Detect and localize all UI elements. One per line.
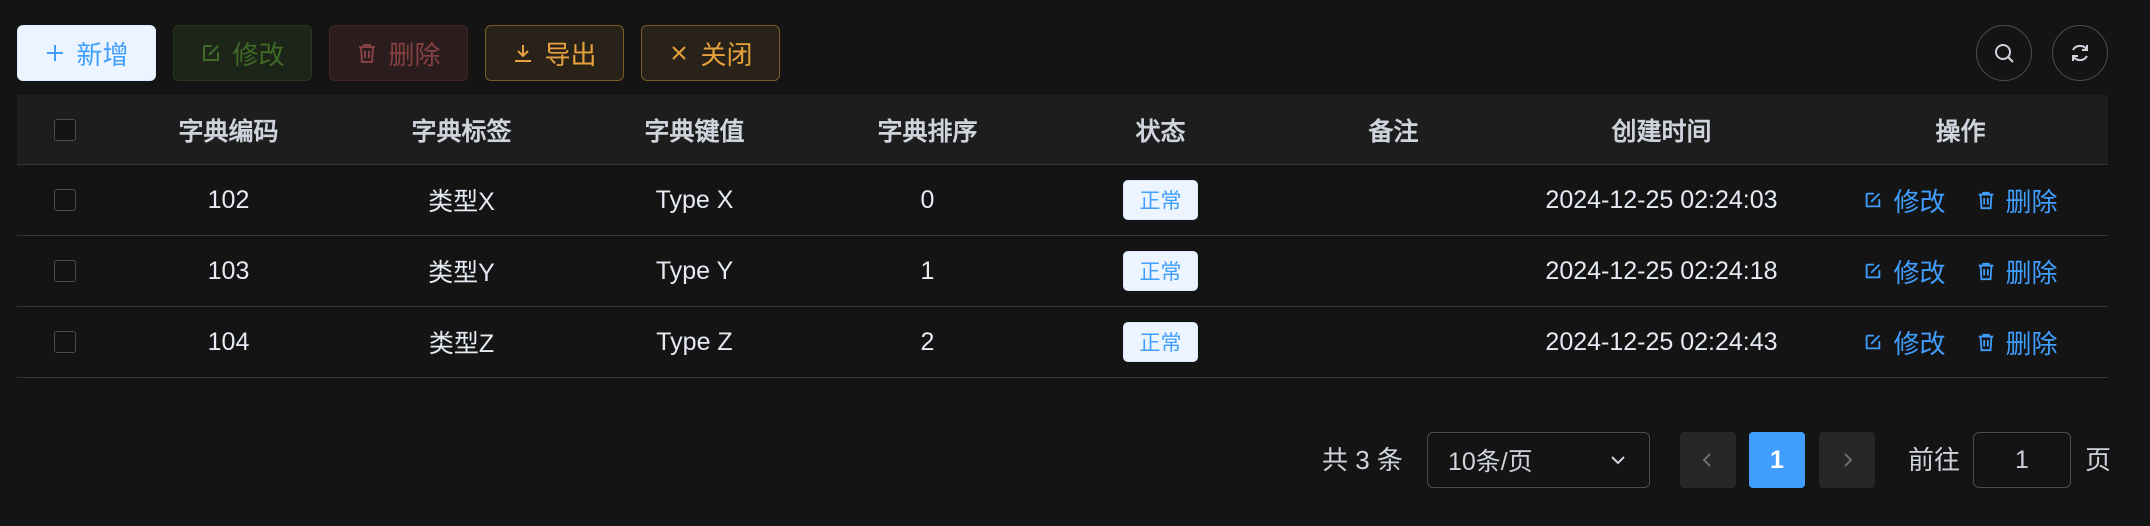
cell-remark — [1277, 165, 1510, 235]
cell-value: Type Z — [656, 327, 733, 356]
cell-created: 2024-12-25 02:24:43 — [1545, 327, 1778, 356]
edit-icon — [1866, 192, 1881, 208]
refresh-icon — [2072, 44, 2088, 62]
chevron-left-icon — [1702, 453, 1711, 467]
close-button[interactable]: 关闭 — [641, 25, 780, 81]
edit-button-label: 修改 — [232, 39, 285, 70]
header-created: 创建时间 — [1611, 117, 1712, 146]
edit-icon — [1866, 334, 1881, 350]
plus-icon — [47, 45, 64, 61]
header-sort: 字典排序 — [877, 117, 978, 146]
cell-created: 2024-12-25 02:24:18 — [1545, 256, 1778, 285]
prev-page-button[interactable] — [1680, 432, 1736, 488]
table-row: 104 类型Z Type Z 2 正常 2024-12-25 02:24:43 … — [17, 307, 2108, 378]
chevron-right-icon — [1844, 453, 1853, 467]
cell-label: 类型Y — [428, 259, 495, 287]
row-delete-link[interactable]: 删除 — [1976, 253, 2058, 290]
download-icon — [515, 45, 532, 62]
row-checkbox[interactable] — [53, 189, 76, 211]
delete-button[interactable]: 删除 — [329, 25, 468, 81]
status-badge: 正常 — [1123, 180, 1198, 220]
table-row: 102 类型X Type X 0 正常 2024-12-25 02:24:03 … — [17, 165, 2108, 236]
row-delete-link[interactable]: 删除 — [1976, 182, 2058, 219]
page-size-value: 10条/页 — [1448, 448, 1533, 476]
close-button-label: 关闭 — [700, 39, 753, 70]
cell-ops: 修改 删除 — [1813, 236, 2108, 306]
row-checkbox-cell — [17, 236, 112, 306]
row-edit-link[interactable]: 修改 — [1863, 182, 1946, 219]
refresh-button[interactable] — [2052, 25, 2108, 81]
cell-status: 正常 — [1044, 165, 1277, 235]
pagination: 共 3 条 10条/页 1 前往 1 页 — [0, 432, 2150, 488]
cell-sort: 1 — [920, 256, 935, 285]
status-badge: 正常 — [1123, 322, 1198, 362]
page-number-button[interactable]: 1 — [1749, 432, 1805, 488]
delete-icon — [1978, 191, 1993, 210]
delete-icon — [359, 44, 376, 63]
close-icon — [672, 46, 687, 60]
cell-code: 103 — [207, 256, 250, 285]
row-edit-link[interactable]: 修改 — [1863, 324, 1946, 361]
cell-sort: 0 — [920, 185, 935, 214]
cell-value: Type X — [655, 185, 734, 214]
cell-created: 2024-12-25 02:24:03 — [1545, 185, 1778, 214]
header-value: 字典键值 — [644, 117, 745, 146]
toolbar: 新增 修改 删除 导出 关闭 — [17, 25, 780, 81]
row-edit-label: 修改 — [1893, 328, 1946, 359]
header-status: 状态 — [1135, 117, 1186, 146]
chevron-down-icon — [1611, 456, 1625, 465]
delete-icon — [1978, 262, 1993, 281]
cell-status: 正常 — [1044, 236, 1277, 306]
status-badge: 正常 — [1123, 251, 1198, 291]
row-delete-label: 删除 — [2005, 186, 2058, 217]
row-delete-link[interactable]: 删除 — [1976, 324, 2058, 361]
next-page-button[interactable] — [1819, 432, 1875, 488]
delete-button-label: 删除 — [388, 39, 441, 70]
export-button[interactable]: 导出 — [485, 25, 624, 81]
cell-code: 102 — [207, 185, 250, 214]
header-checkbox-cell — [17, 95, 112, 164]
header-label: 字典标签 — [411, 117, 512, 146]
row-edit-label: 修改 — [1893, 186, 1946, 217]
select-all-checkbox[interactable] — [53, 118, 76, 141]
search-icon — [1995, 44, 2014, 63]
row-delete-label: 删除 — [2005, 328, 2058, 359]
search-toggle-button[interactable] — [1976, 25, 2032, 81]
cell-status: 正常 — [1044, 307, 1277, 377]
row-checkbox[interactable] — [53, 331, 76, 353]
header-ops: 操作 — [1935, 117, 1986, 146]
row-checkbox-cell — [17, 307, 112, 377]
pagination-total: 共 3 条 — [1322, 445, 1403, 475]
edit-icon — [203, 45, 220, 61]
row-checkbox[interactable] — [53, 260, 76, 282]
export-button-label: 导出 — [544, 39, 597, 70]
page-unit-label: 页 — [2085, 445, 2112, 475]
header-remark: 备注 — [1368, 117, 1419, 146]
cell-ops: 修改 删除 — [1813, 165, 2108, 235]
row-checkbox-cell — [17, 165, 112, 235]
edit-button[interactable]: 修改 — [173, 25, 312, 81]
table-header: 字典编码 字典标签 字典键值 字典排序 状态 备注 创建时间 操作 — [17, 95, 2108, 165]
edit-icon — [1866, 263, 1881, 279]
header-code: 字典编码 — [178, 117, 279, 146]
cell-value: Type Y — [655, 256, 734, 285]
goto-label: 前往 — [1908, 445, 1961, 475]
row-edit-link[interactable]: 修改 — [1863, 253, 1946, 290]
cell-label: 类型Z — [428, 330, 495, 358]
row-edit-label: 修改 — [1893, 257, 1946, 288]
table-row: 103 类型Y Type Y 1 正常 2024-12-25 02:24:18 … — [17, 236, 2108, 307]
delete-icon — [1978, 333, 1993, 352]
cell-remark — [1277, 307, 1510, 377]
goto-page-input[interactable]: 1 — [1973, 432, 2071, 488]
cell-remark — [1277, 236, 1510, 306]
dict-data-table: 字典编码 字典标签 字典键值 字典排序 状态 备注 创建时间 操作 102 类型… — [17, 95, 2108, 378]
row-delete-label: 删除 — [2005, 257, 2058, 288]
cell-sort: 2 — [920, 327, 935, 356]
cell-label: 类型X — [428, 188, 495, 216]
cell-ops: 修改 删除 — [1813, 307, 2108, 377]
add-button[interactable]: 新增 — [17, 25, 156, 81]
page-size-select[interactable]: 10条/页 — [1427, 432, 1650, 488]
cell-code: 104 — [207, 327, 250, 356]
add-button-label: 新增 — [76, 39, 129, 70]
